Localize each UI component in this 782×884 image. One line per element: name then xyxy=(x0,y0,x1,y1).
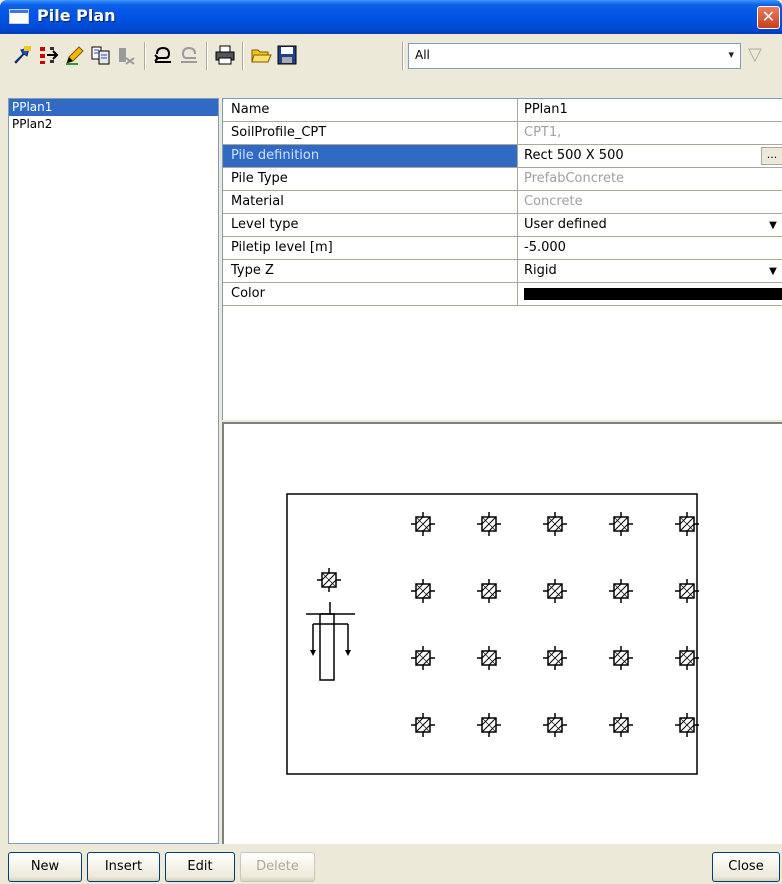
pile-symbol[interactable] xyxy=(675,512,699,536)
property-row-piletip-level[interactable]: Piletip level [m] -5.000 xyxy=(223,237,782,260)
property-value[interactable]: -5.000 xyxy=(519,237,782,259)
property-value[interactable]: PPlan1 xyxy=(519,99,782,121)
property-value: CPT1, xyxy=(524,125,562,140)
edit-button[interactable]: Edit xyxy=(165,852,235,882)
window-icon xyxy=(9,9,29,24)
property-label: Pile definition xyxy=(223,145,518,167)
select-pile-icon[interactable] xyxy=(12,44,34,66)
pile-symbol[interactable] xyxy=(477,713,501,737)
property-value[interactable]: Rect 500 X 500 ... xyxy=(519,145,782,167)
filter-funnel-icon[interactable]: ▽ xyxy=(748,44,762,65)
pile-symbol[interactable] xyxy=(675,713,699,737)
property-label: Material xyxy=(223,191,518,213)
pile-symbol[interactable] xyxy=(609,512,633,536)
new-button[interactable]: New xyxy=(8,852,82,882)
pile-symbol[interactable] xyxy=(411,579,435,603)
toolbar-separator xyxy=(242,42,244,70)
property-grid: Name PPlan1 SoilProfile_CPT CPT1, Pile d… xyxy=(222,98,782,420)
dropdown-arrow-icon[interactable]: ▼ xyxy=(765,264,781,279)
toolbar-separator xyxy=(144,42,146,70)
insert-button[interactable]: Insert xyxy=(87,852,160,882)
pile-symbol[interactable] xyxy=(411,646,435,670)
property-row-level-type[interactable]: Level type User defined ▼ xyxy=(223,214,782,237)
filter-value: All xyxy=(415,48,430,62)
open-folder-icon[interactable] xyxy=(250,44,272,66)
pile-plan-view[interactable] xyxy=(222,422,782,844)
pile-symbol[interactable] xyxy=(609,579,633,603)
redo-icon[interactable] xyxy=(178,44,200,66)
delete-button: Delete xyxy=(240,852,315,882)
property-row-type-z[interactable]: Type Z Rigid ▼ xyxy=(223,260,782,283)
window-close-button[interactable]: ✕ xyxy=(757,6,780,29)
list-item[interactable]: PPlan1 xyxy=(9,99,218,116)
section-arrow-right xyxy=(345,650,351,656)
pile-symbol[interactable] xyxy=(317,568,341,592)
property-label: Piletip level [m] xyxy=(223,237,518,259)
property-row-material[interactable]: Material Concrete xyxy=(223,191,782,214)
pile-symbol[interactable] xyxy=(609,646,633,670)
property-value-text: Rect 500 X 500 xyxy=(524,148,624,163)
property-label: SoilProfile_CPT xyxy=(223,122,518,144)
ellipsis-button[interactable]: ... xyxy=(761,147,782,165)
chevron-down-icon[interactable]: ▾ xyxy=(728,48,734,61)
close-button[interactable]: Close xyxy=(712,852,780,882)
pile-symbol[interactable] xyxy=(411,512,435,536)
print-icon[interactable] xyxy=(214,44,236,66)
delete-pile-icon[interactable] xyxy=(116,44,138,66)
edit-pencil-icon[interactable] xyxy=(64,44,86,66)
property-value[interactable]: Rigid ▼ xyxy=(519,260,782,282)
copy-props-icon[interactable] xyxy=(90,44,112,66)
pile-symbol[interactable] xyxy=(675,579,699,603)
undo-icon[interactable] xyxy=(152,44,174,66)
dropdown-arrow-icon[interactable]: ▼ xyxy=(765,218,781,233)
property-label: Level type xyxy=(223,214,518,236)
property-row-name[interactable]: Name PPlan1 xyxy=(223,99,782,122)
property-value[interactable]: User defined ▼ xyxy=(519,214,782,236)
save-disk-icon[interactable] xyxy=(276,44,298,66)
property-row-pile-type[interactable]: Pile Type PrefabConcrete xyxy=(223,168,782,191)
title-bar: Pile Plan ✕ xyxy=(0,0,782,34)
pile-symbol[interactable] xyxy=(477,646,501,670)
pile-symbol[interactable] xyxy=(543,713,567,737)
plan-list[interactable]: PPlan1 PPlan2 xyxy=(8,98,219,844)
property-value[interactable] xyxy=(519,283,782,305)
pile-symbol[interactable] xyxy=(543,579,567,603)
pile-symbol[interactable] xyxy=(675,646,699,670)
pile-symbol[interactable] xyxy=(477,579,501,603)
property-value-text: User defined xyxy=(524,217,607,232)
property-row-soilprofile[interactable]: SoilProfile_CPT CPT1, xyxy=(223,122,782,145)
toolbar-separator xyxy=(206,42,208,70)
property-value-text: Rigid xyxy=(524,263,557,278)
pile-symbol[interactable] xyxy=(543,512,567,536)
property-label: Color xyxy=(223,283,518,305)
pile-symbol[interactable] xyxy=(411,713,435,737)
property-row-pile-definition[interactable]: Pile definition Rect 500 X 500 ... xyxy=(223,145,782,168)
property-row-color[interactable]: Color xyxy=(223,283,782,306)
list-item[interactable]: PPlan2 xyxy=(9,116,218,133)
filter-dropdown[interactable]: All ▾ xyxy=(408,43,741,69)
toolbar: All ▾ ▽ xyxy=(0,34,782,96)
pile-plan-drawing xyxy=(286,493,699,775)
property-label: Name xyxy=(223,99,518,121)
section-arrow-left xyxy=(310,650,316,656)
property-value: PrefabConcrete xyxy=(524,171,625,186)
property-label: Pile Type xyxy=(223,168,518,190)
move-piles-icon[interactable] xyxy=(38,44,60,66)
window-title: Pile Plan xyxy=(37,6,116,25)
toolbar-separator xyxy=(402,42,404,70)
color-swatch[interactable] xyxy=(524,288,782,300)
property-label: Type Z xyxy=(223,260,518,282)
pile-symbol[interactable] xyxy=(543,646,567,670)
pile-symbol[interactable] xyxy=(609,713,633,737)
property-value: Concrete xyxy=(524,194,583,209)
pile-symbol[interactable] xyxy=(477,512,501,536)
